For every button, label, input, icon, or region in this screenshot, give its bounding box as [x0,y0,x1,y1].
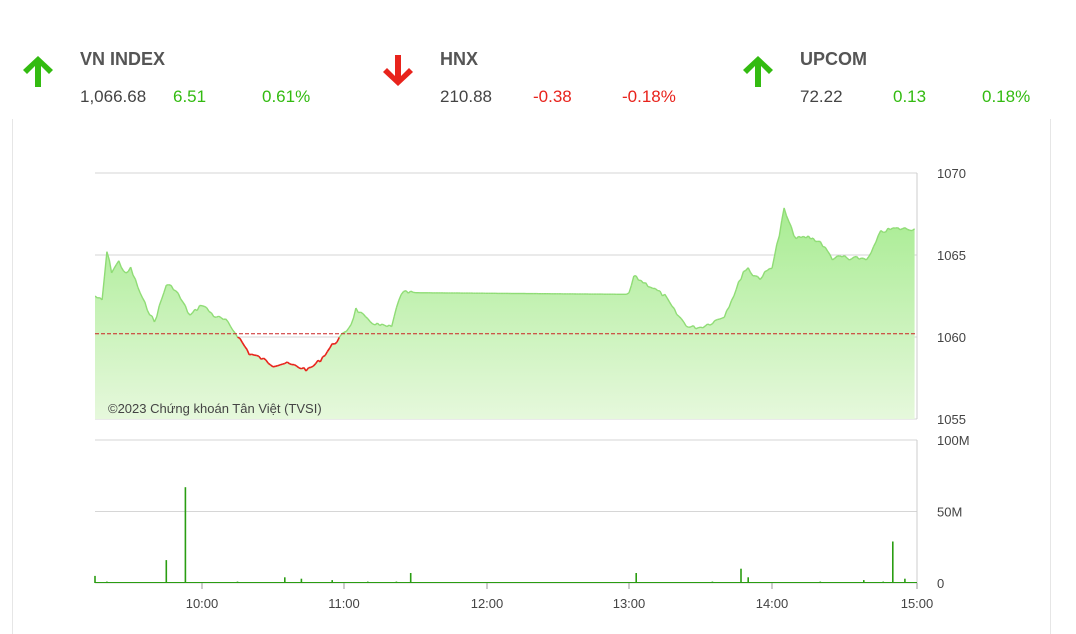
price-area [95,207,915,419]
price-line-segment [310,365,314,369]
index-percent: 0.61% [262,87,311,106]
price-line-segment [308,366,312,369]
price-line-segment [237,336,241,340]
price-line-segment [289,363,293,366]
intraday-chart[interactable]: ©2023 Chứng khoán Tân Việt (TVSI) 1055 10… [13,119,1050,634]
price-line-segment [685,325,689,328]
price-line-segment [858,257,862,260]
index-change: 6.51 [173,87,207,106]
price-tick-label: 1060 [937,330,966,345]
price-tick-label: 1055 [937,412,966,427]
price-line-segment [798,235,802,239]
price-line-segment [168,284,172,287]
price-line-segment [213,316,217,318]
price-line-segment [298,367,302,370]
index-name: UPCOM [800,49,867,69]
price-line-segment [899,228,903,231]
price-tick-label: 1065 [937,248,966,263]
index-tabs: VN INDEX 1,066.68 6.51 0.61% HNX 210.88 … [12,31,1052,119]
watermark: ©2023 Chứng khoán Tân Việt (TVSI) [108,401,322,416]
volume-bar [184,487,187,583]
price-line-segment [657,289,661,292]
x-tick-label: 10:00 [186,596,219,611]
price-line-segment [839,255,843,258]
price-line-segment [256,354,260,358]
price-line-segment [719,317,723,320]
volume-bar [892,541,894,583]
price-line-segment [688,326,692,328]
price-line-segment [647,286,651,288]
price-line-segment [272,365,276,368]
index-value: 210.88 [440,87,492,106]
price-line-segment [201,305,205,308]
up-arrow-icon [743,56,773,87]
down-arrow-icon [383,55,413,86]
index-value: 1,066.68 [80,87,147,106]
price-line-segment [166,284,169,286]
price-line-segment [764,269,768,273]
volume-bar [165,560,168,583]
price-line-segment [721,316,725,319]
price-line-segment [907,228,911,231]
price-line-segment [697,326,701,329]
volume-bar [635,573,637,583]
price-line-segment [343,330,347,333]
index-change: 0.13 [893,87,927,106]
price-line-segment [800,235,804,239]
volume-tick-label: 50M [937,505,962,520]
price-line-segment [282,362,286,365]
index-tab-1[interactable]: HNX 210.88 -0.38 -0.18% [372,31,691,119]
index-name: VN INDEX [80,49,166,69]
x-tick-label: 12:00 [471,596,504,611]
index-name: HNX [440,49,479,69]
volume-tick-label: 0 [937,576,944,591]
price-line-segment [279,363,283,366]
volume-bar [409,573,412,583]
price-line-segment [707,323,711,326]
x-tick-label: 15:00 [901,596,934,611]
index-tab-0[interactable]: VN INDEX 1,066.68 6.51 0.61% [12,31,331,119]
price-line-segment [277,364,281,367]
volume-bar [94,575,96,583]
up-arrow-icon [23,56,53,87]
index-percent: 0.18% [982,87,1031,106]
price-line-segment [717,318,720,321]
x-tick-label: 14:00 [756,596,789,611]
price-line-segment [714,318,718,322]
price-line-segment [215,315,219,318]
price-line-segment [755,275,758,278]
x-tick-label: 11:00 [328,596,360,611]
x-tick-label: 13:00 [613,596,646,611]
price-line-segment [695,327,699,330]
price-tick-label: 1070 [937,166,966,181]
volume-tick-label: 100M [937,433,970,448]
price-line-segment [902,227,906,230]
index-tab-2[interactable]: UPCOM 72.22 0.13 0.18% [732,31,1051,119]
index-change: -0.38 [533,87,572,106]
price-line-segment [822,245,826,248]
index-value: 72.22 [800,87,843,106]
price-line-segment [249,353,252,356]
price-line-segment [275,364,278,368]
chart-panel: ©2023 Chứng khoán Tân Việt (TVSI) 1055 10… [12,119,1051,634]
price-line-segment [251,353,255,356]
volume-bar [740,568,742,583]
index-percent: -0.18% [622,87,676,106]
